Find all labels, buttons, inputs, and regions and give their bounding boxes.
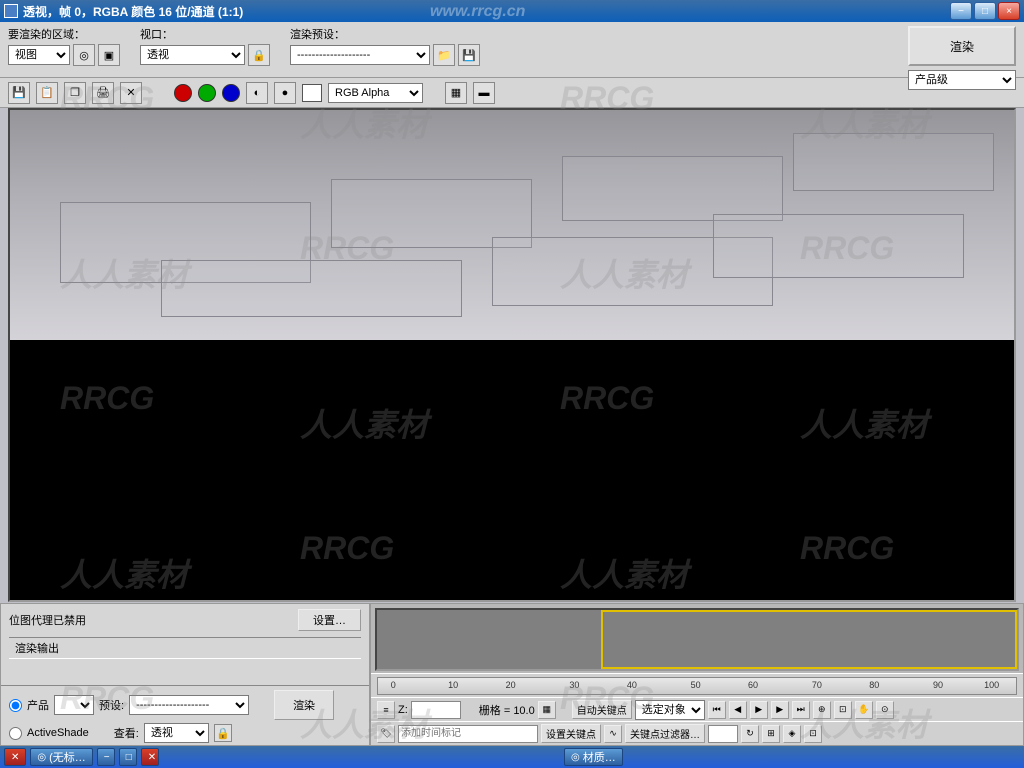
z-input[interactable] — [411, 701, 461, 719]
close-button[interactable]: × — [998, 2, 1020, 20]
viewport-label: 视口： — [140, 26, 270, 42]
save-image-icon[interactable]: 💾 — [8, 82, 30, 104]
blue-channel-icon[interactable] — [222, 84, 240, 102]
view-inline-label: 查看: — [114, 725, 139, 741]
selection-select[interactable]: 选定对象 — [635, 700, 705, 720]
lock-small-icon[interactable]: 🔒 — [214, 724, 232, 742]
green-channel-icon[interactable] — [198, 84, 216, 102]
preset-load-icon[interactable]: 📁 — [433, 44, 455, 66]
titlebar: 透视，帧 0，RGBA 颜色 16 位/通道 (1:1) − □ × — [0, 0, 1024, 22]
play-next-icon[interactable]: ▶ — [771, 701, 789, 719]
grid-label: 栅格 = 10.0 — [479, 702, 535, 718]
render-button[interactable]: 渲染 — [908, 26, 1016, 66]
clone-icon[interactable]: ❐ — [64, 82, 86, 104]
toggle-a-icon[interactable]: ▦ — [445, 82, 467, 104]
grid-toggle-icon[interactable]: ▦ — [538, 701, 556, 719]
render-small-button[interactable]: 渲染 — [274, 690, 334, 720]
print-icon[interactable]: 🖨 — [92, 82, 114, 104]
region-icon[interactable]: ◎ — [73, 44, 95, 66]
nav-c-icon[interactable]: ✋ — [855, 701, 873, 719]
render-output-image — [10, 110, 1014, 340]
window-title: 透视，帧 0，RGBA 颜色 16 位/通道 (1:1) — [23, 3, 950, 20]
maximize-button[interactable]: □ — [974, 2, 996, 20]
timeline-ruler-row: 0 10 20 30 40 50 60 70 80 90 100 — [371, 673, 1023, 697]
toggle-b-icon[interactable]: ▬ — [473, 82, 495, 104]
render-mode-select[interactable]: 产品级 — [908, 70, 1016, 90]
nav-a-icon[interactable]: ⊕ — [813, 701, 831, 719]
red-channel-icon[interactable] — [174, 84, 192, 102]
area-select[interactable]: 视图 — [8, 45, 70, 65]
product-radio[interactable] — [9, 699, 22, 712]
time-ruler[interactable]: 0 10 20 30 40 50 60 70 80 90 100 — [377, 677, 1017, 695]
play-icon[interactable]: ▶ — [750, 701, 768, 719]
render-settings-panel: 位图代理已禁用 设置… 渲染输出 产品 预设: ----------------… — [0, 603, 370, 746]
channel-toolbar: 💾 📋 ❐ 🖨 ✕ ◐ ● RGB Alpha ▦ ▬ — [0, 78, 1024, 108]
taskbar-close-2[interactable]: ✕ — [141, 748, 159, 766]
clear-icon[interactable]: ✕ — [120, 82, 142, 104]
preset-select[interactable]: -------------------- — [290, 45, 430, 65]
settings-button[interactable]: 设置… — [298, 609, 361, 631]
taskbar-app-2[interactable]: ◎ 材质… — [564, 748, 623, 766]
tag-icon[interactable]: 🏷 — [377, 725, 395, 743]
preset-inline-select[interactable]: -------------------- — [129, 695, 249, 715]
crop-icon[interactable]: ▣ — [98, 44, 120, 66]
copy-icon[interactable]: 📋 — [36, 82, 58, 104]
minimize-button[interactable]: − — [950, 2, 972, 20]
keyfilter-button[interactable]: 关键点过滤器… — [625, 724, 705, 743]
mono-icon[interactable]: ◐ — [246, 82, 268, 104]
view-inline-select[interactable]: 透视 — [144, 723, 209, 743]
preset-save-icon[interactable]: 💾 — [458, 44, 480, 66]
z-label: Z: — [398, 704, 408, 716]
taskbar: ✕ ◎ (无标… − □ ✕ ◎ 材质… — [0, 746, 1024, 768]
preset-label: 渲染预设： — [290, 26, 480, 42]
keycurve-icon[interactable]: ∿ — [604, 725, 622, 743]
nav-h-icon[interactable]: ⊡ — [804, 725, 822, 743]
viewport-preview[interactable] — [375, 608, 1019, 671]
viewport-select[interactable]: 透视 — [140, 45, 245, 65]
viewport-panel: 0 10 20 30 40 50 60 70 80 90 100 ≡ Z: 栅格… — [370, 603, 1024, 746]
area-label: 要渲染的区域： — [8, 26, 120, 42]
timetag-input[interactable] — [398, 725, 538, 743]
play-prev-icon[interactable]: ◀ — [729, 701, 747, 719]
bg-swatch[interactable] — [302, 84, 322, 102]
nav-b-icon[interactable]: ⊡ — [834, 701, 852, 719]
lower-panels: 位图代理已禁用 设置… 渲染输出 产品 预设: ----------------… — [0, 603, 1024, 746]
bitmap-proxy-label: 位图代理已禁用 — [9, 612, 86, 628]
timeline-controls-row: ≡ Z: 栅格 = 10.0 ▦ 自动关键点 选定对象 ⏮ ◀ ▶ ▶ ⏭ ⊕ … — [371, 697, 1023, 721]
taskbar-max-1[interactable]: □ — [119, 748, 137, 766]
nav-g-icon[interactable]: ◈ — [783, 725, 801, 743]
preset-inline-label: 预设: — [99, 697, 124, 713]
channel-select[interactable]: RGB Alpha — [328, 83, 423, 103]
render-viewport — [8, 108, 1016, 602]
taskbar-app-1[interactable]: ◎ (无标… — [30, 748, 92, 766]
activeshade-radio[interactable] — [9, 727, 22, 740]
render-output-title: 渲染输出 — [9, 637, 361, 659]
timeline-lower-row: 🏷 设置关键点 ∿ 关键点过滤器… ↻ ⊞ ◈ ⊡ — [371, 721, 1023, 745]
render-toolbar: 要渲染的区域： 视图 ◎ ▣ 视口： 透视 🔒 渲染预设： ----------… — [0, 22, 1024, 78]
play-end-icon[interactable]: ⏭ — [792, 701, 810, 719]
activeshade-label: ActiveShade — [27, 727, 89, 739]
lock-icon[interactable]: 🔒 — [248, 44, 270, 66]
app-icon — [4, 4, 18, 18]
alpha-icon[interactable]: ● — [274, 82, 296, 104]
nav-f-icon[interactable]: ⊞ — [762, 725, 780, 743]
product-label: 产品 — [27, 697, 49, 713]
play-start-icon[interactable]: ⏮ — [708, 701, 726, 719]
nav-e-icon[interactable]: ↻ — [741, 725, 759, 743]
taskbar-close-1[interactable]: ✕ — [4, 748, 26, 766]
nav-d-icon[interactable]: ⊙ — [876, 701, 894, 719]
taskbar-min-1[interactable]: − — [97, 748, 115, 766]
frame-input[interactable] — [708, 725, 738, 743]
autokey-button[interactable]: 自动关键点 — [572, 700, 632, 719]
product-select[interactable] — [54, 695, 94, 715]
setkey-button[interactable]: 设置关键点 — [541, 724, 601, 743]
active-viewport-frame — [601, 610, 1017, 669]
script-icon[interactable]: ≡ — [377, 701, 395, 719]
